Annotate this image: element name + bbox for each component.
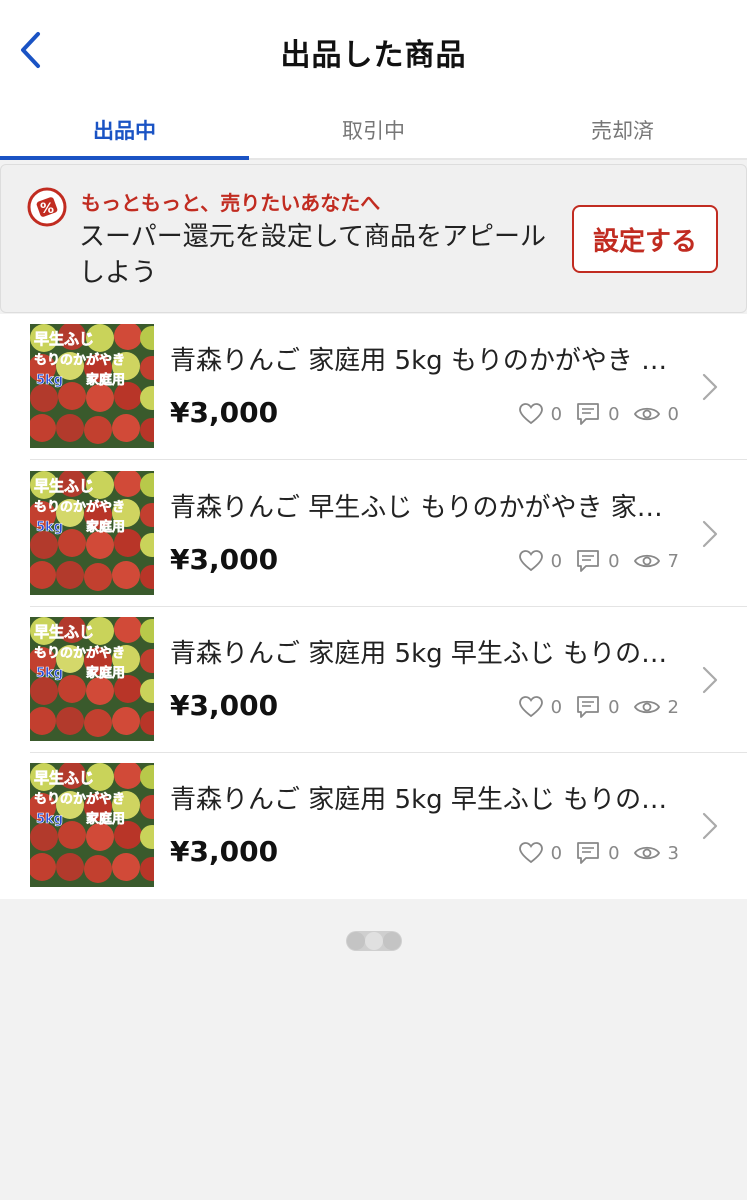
view-count: 0 <box>633 403 679 425</box>
comment-count-value: 0 <box>608 696 620 718</box>
thumbnail-text: もりのかがやき <box>34 499 125 515</box>
tab-label: 出品中 <box>93 119 156 143</box>
item-stats: 0 0 3 <box>505 841 679 865</box>
item-title: 青森りんご 早生ふじ もりのかがやき 家庭用 5kg <box>170 493 682 523</box>
thumbnail-text: もりのかがやき <box>34 352 125 368</box>
thumbnail-text: 早生ふじ <box>34 330 94 348</box>
heart-icon <box>518 550 543 572</box>
like-count: 0 <box>518 696 563 718</box>
thumbnail-text: 家庭用 <box>86 372 125 388</box>
thumbnail-text: 5kg <box>36 666 63 681</box>
thumbnail-text: 早生ふじ <box>34 477 94 495</box>
thumbnail-text: 5kg <box>36 812 63 827</box>
tab-bar: 出品中 取引中 売却済 <box>0 100 747 160</box>
promo-tagline: もっともっと、売りたいあなたへ <box>81 191 381 215</box>
thumbnail-text: もりのかがやき <box>34 645 125 661</box>
tab-in-progress[interactable]: 取引中 <box>249 100 498 160</box>
list-item[interactable]: 早生ふじ もりのかがやき 5kg 家庭用 青森りんご 早生ふじ もりのかがやき … <box>0 461 747 607</box>
like-count-value: 0 <box>550 403 563 425</box>
tab-label: 取引中 <box>342 119 405 143</box>
item-title: 青森りんご 家庭用 5kg もりのかがやき 早生ふじ <box>170 346 682 376</box>
product-thumbnail: 早生ふじ もりのかがやき 5kg 家庭用 <box>30 471 154 595</box>
promo-banner: % もっともっと、売りたいあなたへ スーパー還元を設定して商品をアピールしよう … <box>0 164 747 313</box>
chevron-right-icon <box>702 520 718 548</box>
tab-listing[interactable]: 出品中 <box>0 100 249 160</box>
eye-icon <box>633 700 660 714</box>
like-count: 0 <box>518 842 563 864</box>
chevron-right-icon <box>702 373 718 401</box>
loading-indicator <box>346 931 402 951</box>
item-price: ¥3,000 <box>170 543 279 576</box>
view-count-value: 0 <box>667 403 679 425</box>
eye-icon <box>633 846 660 860</box>
comment-count: 0 <box>576 402 620 426</box>
product-thumbnail: 早生ふじ もりのかがやき 5kg 家庭用 <box>30 763 154 887</box>
view-count-value: 7 <box>667 550 679 572</box>
item-title: 青森りんご 家庭用 5kg 早生ふじ もりのかがやき <box>170 639 682 669</box>
top-nav-bar: 出品した商品 <box>0 0 747 100</box>
active-tab-indicator <box>0 156 249 160</box>
like-count-value: 0 <box>550 550 563 572</box>
thumbnail-text: 家庭用 <box>86 665 125 681</box>
comment-icon <box>577 403 599 425</box>
like-count: 0 <box>518 550 563 572</box>
thumbnail-text: 5kg <box>36 520 63 535</box>
product-thumbnail: 早生ふじ もりのかがやき 5kg 家庭用 <box>30 617 154 741</box>
comment-icon <box>577 696 599 718</box>
like-count: 0 <box>518 403 563 425</box>
comment-count: 0 <box>576 695 620 719</box>
comment-count: 0 <box>576 549 620 573</box>
item-stats: 0 0 0 <box>505 402 679 426</box>
view-count: 7 <box>633 550 679 572</box>
item-stats: 0 0 7 <box>505 549 679 573</box>
item-price: ¥3,000 <box>170 689 279 722</box>
thumbnail-text: 家庭用 <box>86 519 125 535</box>
comment-count-value: 0 <box>608 842 620 864</box>
setup-button[interactable]: 設定する <box>572 205 718 273</box>
eye-icon <box>633 407 660 421</box>
comment-icon <box>577 550 599 572</box>
divider <box>30 459 747 460</box>
thumbnail-text: 早生ふじ <box>34 623 94 641</box>
list-item[interactable]: 早生ふじ もりのかがやき 5kg 家庭用 青森りんご 家庭用 5kg 早生ふじ … <box>0 753 747 899</box>
item-title: 青森りんご 家庭用 5kg 早生ふじ もりのかがやき <box>170 785 682 815</box>
thumbnail-text: 家庭用 <box>86 811 125 827</box>
comment-count-value: 0 <box>608 403 620 425</box>
thumbnail-text: 早生ふじ <box>34 769 94 787</box>
svg-text:%: % <box>40 201 54 217</box>
comment-count-value: 0 <box>608 550 620 572</box>
product-list: 早生ふじ もりのかがやき 5kg 家庭用 青森りんご 家庭用 5kg もりのかが… <box>0 314 747 899</box>
comment-icon <box>577 842 599 864</box>
percent-badge-icon: % <box>27 187 67 227</box>
chevron-right-icon <box>702 666 718 694</box>
item-price: ¥3,000 <box>170 396 279 429</box>
heart-icon <box>518 842 543 864</box>
thumbnail-text: もりのかがやき <box>34 791 125 807</box>
heart-icon <box>518 403 543 425</box>
item-stats: 0 0 2 <box>505 695 679 719</box>
thumbnail-text: 5kg <box>36 373 63 388</box>
view-count: 2 <box>633 696 679 718</box>
view-count-value: 3 <box>667 842 679 864</box>
promo-message: スーパー還元を設定して商品をアピールしよう <box>79 222 546 288</box>
like-count-value: 0 <box>550 696 563 718</box>
chevron-right-icon <box>702 812 718 840</box>
product-thumbnail: 早生ふじ もりのかがやき 5kg 家庭用 <box>30 324 154 448</box>
tab-label: 売却済 <box>591 119 654 143</box>
tab-sold[interactable]: 売却済 <box>498 100 747 160</box>
page-title: 出品した商品 <box>280 38 467 73</box>
view-count: 3 <box>633 842 679 864</box>
item-price: ¥3,000 <box>170 835 279 868</box>
heart-icon <box>518 696 543 718</box>
like-count-value: 0 <box>550 842 563 864</box>
list-item[interactable]: 早生ふじ もりのかがやき 5kg 家庭用 青森りんご 家庭用 5kg 早生ふじ … <box>0 607 747 753</box>
comment-count: 0 <box>576 841 620 865</box>
list-item[interactable]: 早生ふじ もりのかがやき 5kg 家庭用 青森りんご 家庭用 5kg もりのかが… <box>0 314 747 460</box>
view-count-value: 2 <box>667 696 679 718</box>
eye-icon <box>633 554 660 568</box>
